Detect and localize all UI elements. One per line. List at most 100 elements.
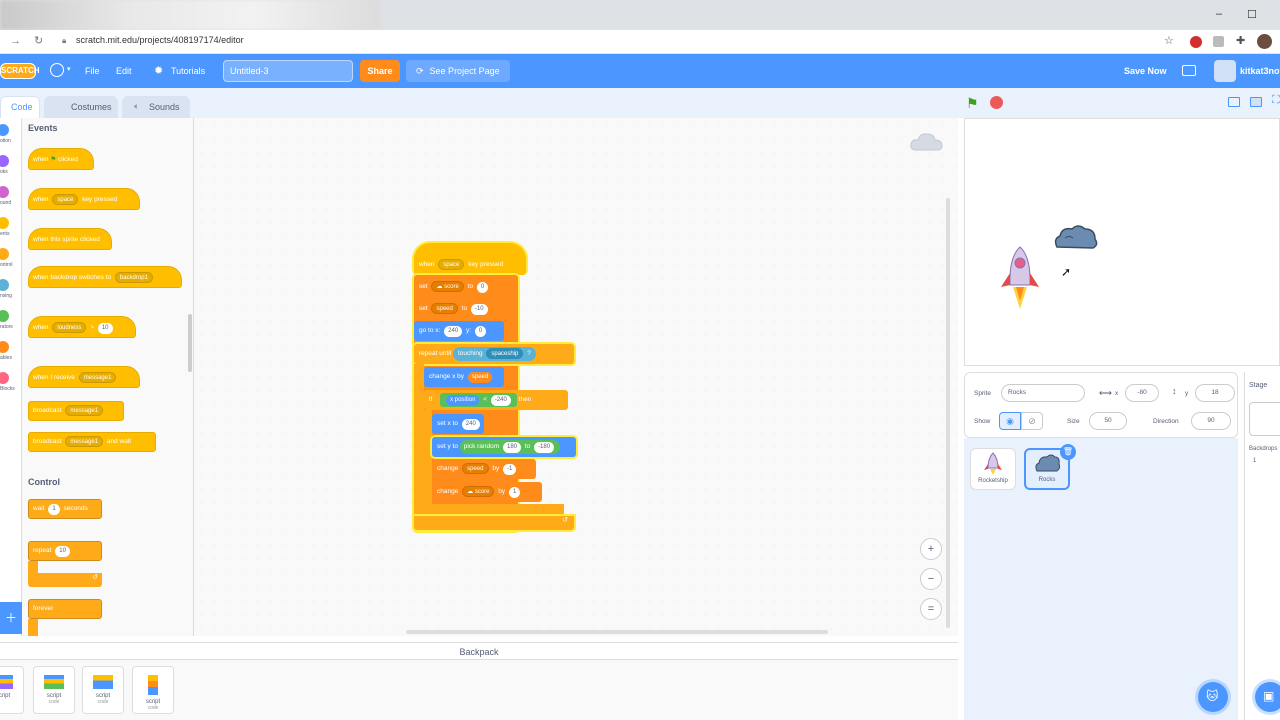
category-sound-label[interactable]: ound bbox=[0, 200, 11, 206]
pick-random-operator[interactable]: pick random 180 to -180 bbox=[459, 440, 561, 454]
category-motion-dot[interactable] bbox=[0, 124, 9, 136]
y-input[interactable]: 18 bbox=[1195, 384, 1235, 402]
block-when-loudness[interactable]: when loudness > 10 bbox=[28, 316, 136, 338]
variable-dropdown[interactable]: speed bbox=[431, 303, 458, 314]
script-go-to-xy[interactable]: go to x: 240 y: 0 bbox=[414, 321, 504, 341]
backpack-item[interactable]: script code bbox=[33, 666, 75, 714]
x-input[interactable]: 240 bbox=[444, 326, 463, 337]
loudness-value[interactable]: 10 bbox=[97, 323, 113, 334]
category-variables-label[interactable]: ables bbox=[0, 355, 12, 361]
block-broadcast-and-wait[interactable]: broadcast message1 and wait bbox=[28, 432, 156, 452]
stage-thumbnail[interactable] bbox=[1249, 402, 1280, 436]
scratch-logo[interactable]: SCRATCH bbox=[0, 63, 40, 79]
category-operators-label[interactable]: rators bbox=[0, 324, 13, 330]
script-if-then[interactable]: if x position < -240 then bbox=[424, 390, 568, 410]
share-button[interactable]: Share bbox=[360, 60, 400, 82]
category-control-dot[interactable] bbox=[0, 248, 9, 260]
size-input[interactable]: 50 bbox=[1089, 412, 1127, 430]
fullscreen-icon[interactable]: ⛶ bbox=[1272, 94, 1280, 107]
block-wait-seconds[interactable]: wait 1 seconds bbox=[28, 499, 102, 519]
show-visible-button[interactable]: ◉ bbox=[999, 412, 1021, 430]
category-looks-label[interactable]: oks bbox=[0, 169, 8, 175]
block-repeat[interactable]: repeat 10 bbox=[28, 541, 102, 561]
url-text[interactable]: scratch.mit.edu/projects/408197174/edito… bbox=[76, 35, 244, 45]
backpack-item[interactable]: script bbox=[0, 666, 24, 714]
block-when-backdrop-switches[interactable]: when backdrop switches to backdrop1 bbox=[28, 266, 182, 288]
repeat-value[interactable]: 10 bbox=[55, 546, 70, 557]
script-change-speed[interactable]: change speed by -1 bbox=[432, 459, 536, 479]
script-set-speed[interactable]: set speed to -10 bbox=[414, 299, 518, 319]
category-control-label[interactable]: ontrol bbox=[0, 262, 13, 268]
category-sensing-dot[interactable] bbox=[0, 279, 9, 291]
rocketship-sprite[interactable] bbox=[997, 245, 1043, 313]
puzzle-icon[interactable]: ✚ bbox=[1236, 34, 1245, 47]
category-events-dot[interactable] bbox=[0, 217, 9, 229]
value-input[interactable]: 1 bbox=[508, 487, 521, 498]
direction-input[interactable]: 90 bbox=[1191, 412, 1231, 430]
less-than-operator[interactable]: x position < -240 bbox=[440, 393, 517, 407]
folder-icon[interactable] bbox=[1182, 65, 1196, 76]
speed-reporter[interactable]: speed bbox=[467, 372, 493, 383]
stop-icon[interactable] bbox=[990, 96, 1003, 109]
category-variables-dot[interactable] bbox=[0, 341, 9, 353]
loudness-dropdown[interactable]: loudness bbox=[52, 322, 87, 333]
category-motion-label[interactable]: otion bbox=[0, 138, 11, 144]
tab-sounds[interactable]: Sounds bbox=[122, 96, 190, 118]
touching-sensing-block[interactable]: touching spaceship ? bbox=[452, 347, 536, 361]
backdrop-dropdown[interactable]: backdrop1 bbox=[114, 272, 153, 283]
reload-icon[interactable]: ↻ bbox=[34, 34, 43, 47]
stage-selector-panel[interactable]: Stage Backdrops 1 ▣ bbox=[1244, 372, 1280, 720]
delete-sprite-icon[interactable]: 🗑︎ bbox=[1060, 444, 1076, 460]
globe-icon[interactable] bbox=[50, 63, 64, 77]
vertical-scrollbar[interactable] bbox=[946, 198, 950, 628]
y-input[interactable]: 0 bbox=[474, 326, 487, 337]
rocks-sprite[interactable] bbox=[1053, 223, 1099, 251]
category-operators-dot[interactable] bbox=[0, 310, 9, 322]
key-dropdown[interactable]: space bbox=[52, 194, 79, 205]
stage-canvas[interactable]: ➚ bbox=[964, 118, 1280, 366]
block-broadcast[interactable]: broadcast message1 bbox=[28, 401, 124, 421]
minimize-icon[interactable]: – bbox=[1216, 8, 1222, 20]
palette-scrollbar[interactable] bbox=[188, 314, 192, 372]
random-from[interactable]: 180 bbox=[503, 442, 522, 453]
x-position-reporter[interactable]: x position bbox=[446, 395, 480, 406]
show-hidden-button[interactable]: ⊘ bbox=[1021, 412, 1043, 430]
adblock-extension-icon[interactable] bbox=[1190, 36, 1202, 48]
script-set-score[interactable]: set ☁ score to 0 bbox=[414, 277, 518, 297]
save-now-button[interactable]: Save Now bbox=[1124, 54, 1167, 88]
profile-avatar[interactable] bbox=[1257, 34, 1272, 49]
category-sensing-label[interactable]: nsing bbox=[0, 293, 12, 299]
category-looks-dot[interactable] bbox=[0, 155, 9, 167]
wait-value[interactable]: 1 bbox=[48, 504, 60, 515]
message-dropdown[interactable]: message1 bbox=[78, 372, 117, 383]
value-input[interactable]: -1 bbox=[503, 464, 517, 475]
script-stack[interactable]: when space key pressed set ☁ score to 0 … bbox=[412, 243, 578, 537]
choose-backdrop-button[interactable]: ▣ bbox=[1255, 682, 1280, 712]
small-stage-icon[interactable] bbox=[1228, 97, 1240, 107]
compare-value[interactable]: -240 bbox=[490, 395, 511, 406]
x-input[interactable]: -80 bbox=[1125, 384, 1159, 402]
object-dropdown[interactable]: spaceship bbox=[486, 348, 524, 359]
script-when-key-pressed[interactable]: when space key pressed bbox=[414, 255, 526, 275]
category-sound-dot[interactable] bbox=[0, 186, 9, 198]
username-label[interactable]: kitkat3nov bbox=[1240, 54, 1280, 88]
value-input[interactable]: -10 bbox=[470, 304, 488, 315]
variable-dropdown[interactable]: ☁ score bbox=[462, 486, 495, 497]
green-flag-icon[interactable]: ⚑ bbox=[966, 95, 979, 112]
block-when-sprite-clicked[interactable]: when this sprite clicked bbox=[28, 228, 112, 250]
file-menu[interactable]: File bbox=[85, 54, 100, 88]
message-dropdown[interactable]: message1 bbox=[65, 436, 104, 447]
random-to[interactable]: -180 bbox=[534, 442, 555, 453]
sprite-name-input[interactable]: Rocks bbox=[1001, 384, 1085, 402]
category-events-label[interactable]: ents bbox=[0, 231, 9, 237]
zoom-out-button[interactable]: − bbox=[920, 568, 942, 590]
value-input[interactable]: 0 bbox=[476, 282, 489, 293]
forward-icon[interactable]: → bbox=[10, 35, 21, 47]
key-dropdown[interactable]: space bbox=[438, 259, 465, 270]
script-change-score[interactable]: change ☁ score by 1 bbox=[432, 482, 542, 502]
block-forever[interactable]: forever bbox=[28, 599, 102, 619]
zoom-reset-button[interactable]: = bbox=[920, 598, 942, 620]
script-set-y-random[interactable]: set y to pick random 180 to -180 bbox=[432, 437, 576, 457]
tutorials-menu[interactable]: Tutorials bbox=[171, 54, 205, 88]
extension-icon[interactable] bbox=[1213, 36, 1224, 47]
